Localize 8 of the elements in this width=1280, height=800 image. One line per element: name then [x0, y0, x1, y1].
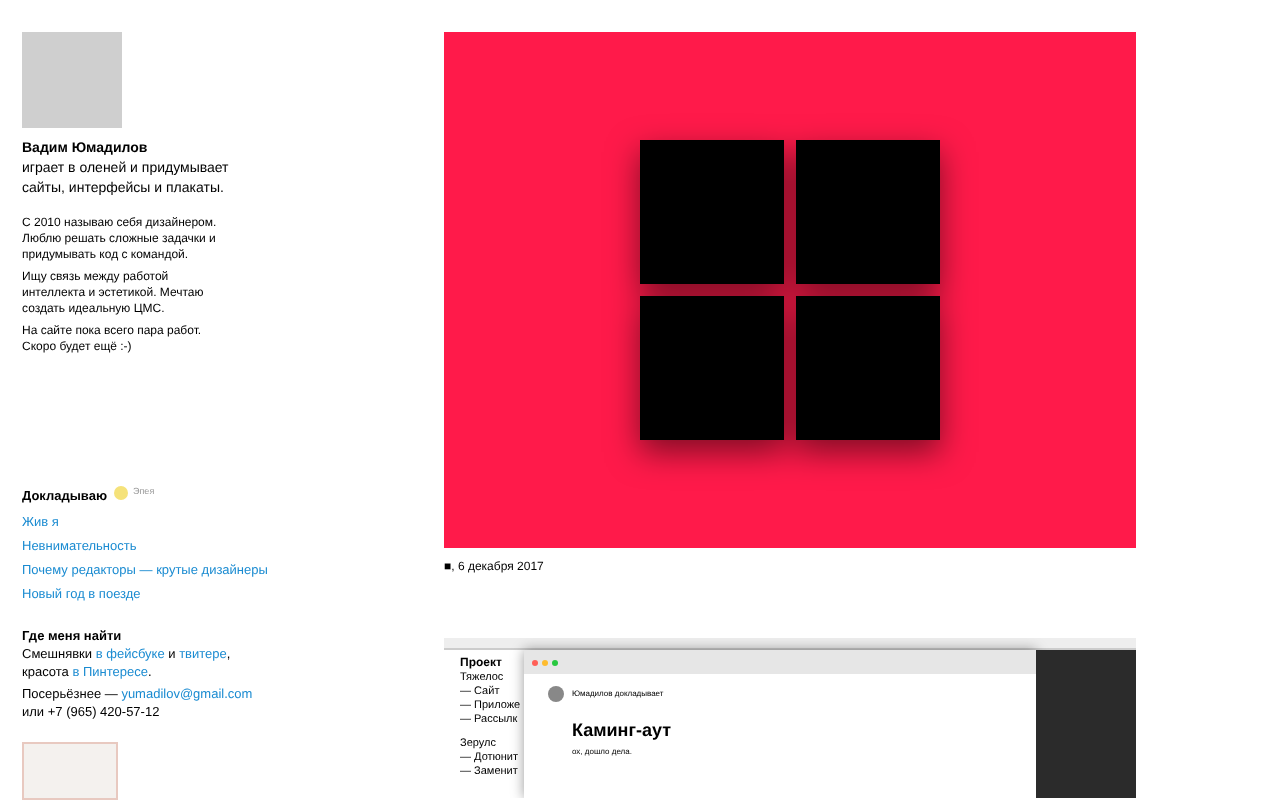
square-tile — [640, 140, 784, 284]
photo-placeholder — [22, 32, 122, 128]
square-tile — [640, 296, 784, 440]
square-tile — [796, 140, 940, 284]
card-thumbnail — [22, 742, 118, 800]
post-title: Каминг-аут — [572, 718, 674, 744]
square-tile — [796, 296, 940, 440]
avatar-icon — [548, 686, 564, 702]
